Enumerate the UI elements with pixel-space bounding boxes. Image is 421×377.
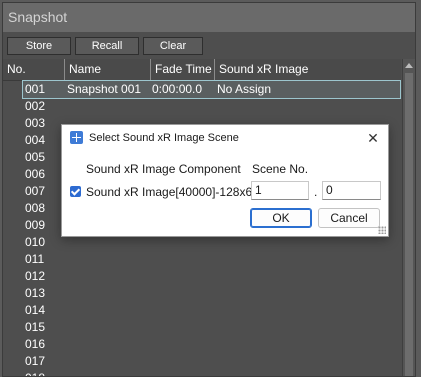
recall-button[interactable]: Recall	[75, 37, 139, 55]
column-header-fade-time[interactable]: Fade Time	[151, 59, 215, 80]
dialog-title: Select Sound xR Image Scene	[89, 132, 239, 144]
row-number: 008	[25, 201, 46, 215]
scroll-thumb[interactable]	[405, 73, 413, 376]
dialog-titlebar: Select Sound xR Image Scene ✕	[62, 125, 388, 151]
component-checkbox[interactable]	[70, 186, 81, 197]
scene-no-header: Scene No.	[252, 162, 309, 176]
component-label: Sound xR Image[40000]-128x64	[86, 185, 259, 199]
cancel-button[interactable]: Cancel	[318, 208, 380, 228]
scroll-up-arrow-icon[interactable]	[405, 63, 413, 68]
row-number: 001	[25, 82, 46, 96]
row-fade-time: 0:00:00.0	[152, 82, 203, 96]
table-row[interactable]: 017	[3, 353, 401, 370]
store-button[interactable]: Store	[7, 37, 71, 55]
table-row[interactable]: 015	[3, 319, 401, 336]
column-header-name[interactable]: Name	[65, 59, 151, 80]
panel-title: Snapshot	[3, 3, 415, 32]
row-number: 010	[25, 235, 46, 249]
row-number: 012	[25, 269, 46, 283]
vertical-scrollbar[interactable]	[402, 59, 415, 376]
row-number: 018	[25, 370, 45, 376]
row-name: Snapshot 001	[67, 82, 142, 96]
component-header: Sound xR Image Component	[86, 162, 241, 176]
row-number: 016	[25, 337, 46, 351]
row-number: 003	[25, 116, 46, 130]
table-row[interactable]: 011	[3, 251, 401, 268]
row-number: 005	[25, 150, 46, 164]
row-number: 015	[25, 320, 46, 334]
table-header: No. Name Fade Time Sound xR Image	[3, 59, 401, 81]
clear-button[interactable]: Clear	[143, 37, 203, 55]
row-number: 014	[25, 303, 46, 317]
row-number: 017	[25, 354, 46, 368]
scene-major-field[interactable]: 1	[251, 181, 309, 200]
table-row-selected[interactable]: 001 Snapshot 001 0:00:00.0 No Assign	[22, 80, 401, 99]
table-row[interactable]: 012	[3, 268, 401, 285]
row-number: 011	[25, 252, 45, 266]
scene-minor-field[interactable]: 0	[322, 181, 381, 200]
row-sound-xr-image: No Assign	[217, 82, 272, 96]
table-row[interactable]: 016	[3, 336, 401, 353]
table-row[interactable]: 014	[3, 302, 401, 319]
column-header-sound-xr-image[interactable]: Sound xR Image	[215, 59, 401, 80]
table-row[interactable]: 002	[3, 98, 401, 115]
column-header-no[interactable]: No.	[3, 59, 65, 80]
app-icon	[70, 131, 83, 144]
row-number: 006	[25, 167, 46, 181]
ok-button[interactable]: OK	[250, 208, 312, 228]
resize-grip-icon[interactable]	[378, 226, 386, 234]
row-number: 013	[25, 286, 46, 300]
close-icon[interactable]: ✕	[364, 129, 382, 147]
select-scene-dialog: Select Sound xR Image Scene ✕ Sound xR I…	[61, 124, 389, 237]
table-row[interactable]: 013	[3, 285, 401, 302]
scene-separator: .	[314, 185, 318, 199]
row-number: 002	[25, 99, 46, 113]
row-number: 009	[25, 218, 46, 232]
row-number: 007	[25, 184, 46, 198]
table-row[interactable]: 018	[3, 370, 401, 376]
row-number: 004	[25, 133, 46, 147]
